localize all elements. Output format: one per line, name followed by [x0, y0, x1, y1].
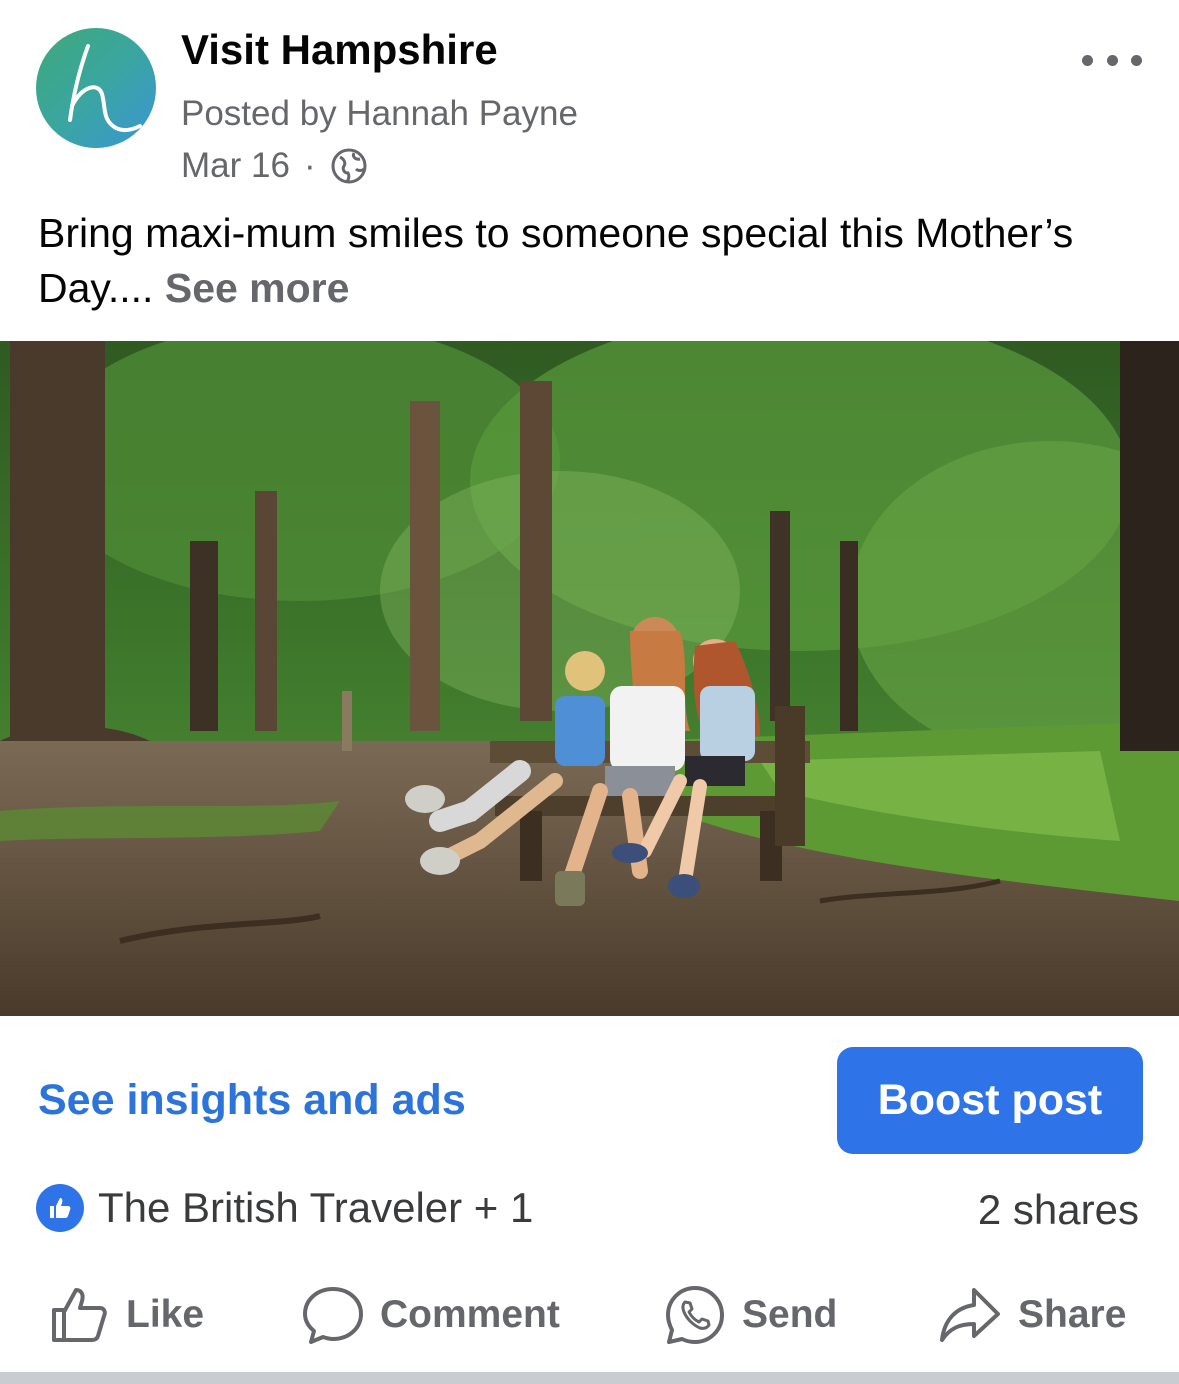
see-insights-link[interactable]: See insights and ads — [38, 1076, 466, 1125]
share-button[interactable]: Share — [938, 1280, 1126, 1350]
post-meta: Mar 16 · — [181, 146, 368, 186]
shares-count[interactable]: 2 shares — [978, 1186, 1139, 1234]
like-reaction-icon — [36, 1184, 84, 1232]
boost-post-button[interactable]: Boost post — [837, 1047, 1143, 1154]
whatsapp-icon — [666, 1286, 724, 1344]
reactions-summary[interactable]: The British Traveler + 1 — [36, 1184, 533, 1232]
posted-by-label: Posted by Hannah Payne — [181, 94, 578, 133]
comment-button[interactable]: Comment — [302, 1280, 560, 1350]
like-label: Like — [126, 1293, 205, 1336]
globe-icon — [331, 148, 367, 184]
feed-divider — [0, 1372, 1179, 1384]
forest-bench-photo — [0, 341, 1179, 1016]
like-button[interactable]: Like — [48, 1280, 204, 1350]
share-arrow-icon — [940, 1288, 1000, 1342]
hampshire-logo-icon — [68, 44, 142, 133]
reactors-label[interactable]: The British Traveler + 1 — [98, 1184, 533, 1232]
send-button[interactable]: Send — [664, 1280, 837, 1350]
post-caption: Bring maxi-mum smiles to someone special… — [38, 206, 1138, 316]
page-name[interactable]: Visit Hampshire — [181, 26, 498, 74]
post-header: Visit Hampshire Posted by Hannah Payne M… — [0, 0, 1179, 200]
more-options-icon[interactable] — [1082, 40, 1142, 80]
thumbs-up-icon — [52, 1288, 107, 1342]
comment-label: Comment — [380, 1293, 560, 1336]
send-label: Send — [742, 1293, 838, 1336]
comment-bubble-icon — [303, 1287, 363, 1344]
meta-separator: · — [303, 146, 316, 185]
post-date[interactable]: Mar 16 — [181, 146, 290, 186]
post-photo[interactable] — [0, 341, 1179, 1016]
share-label: Share — [1018, 1293, 1127, 1336]
post-actions-bar: Like Comment Send Share — [0, 1280, 1179, 1350]
see-more-link[interactable]: See more — [165, 265, 350, 311]
page-avatar[interactable] — [36, 28, 156, 148]
